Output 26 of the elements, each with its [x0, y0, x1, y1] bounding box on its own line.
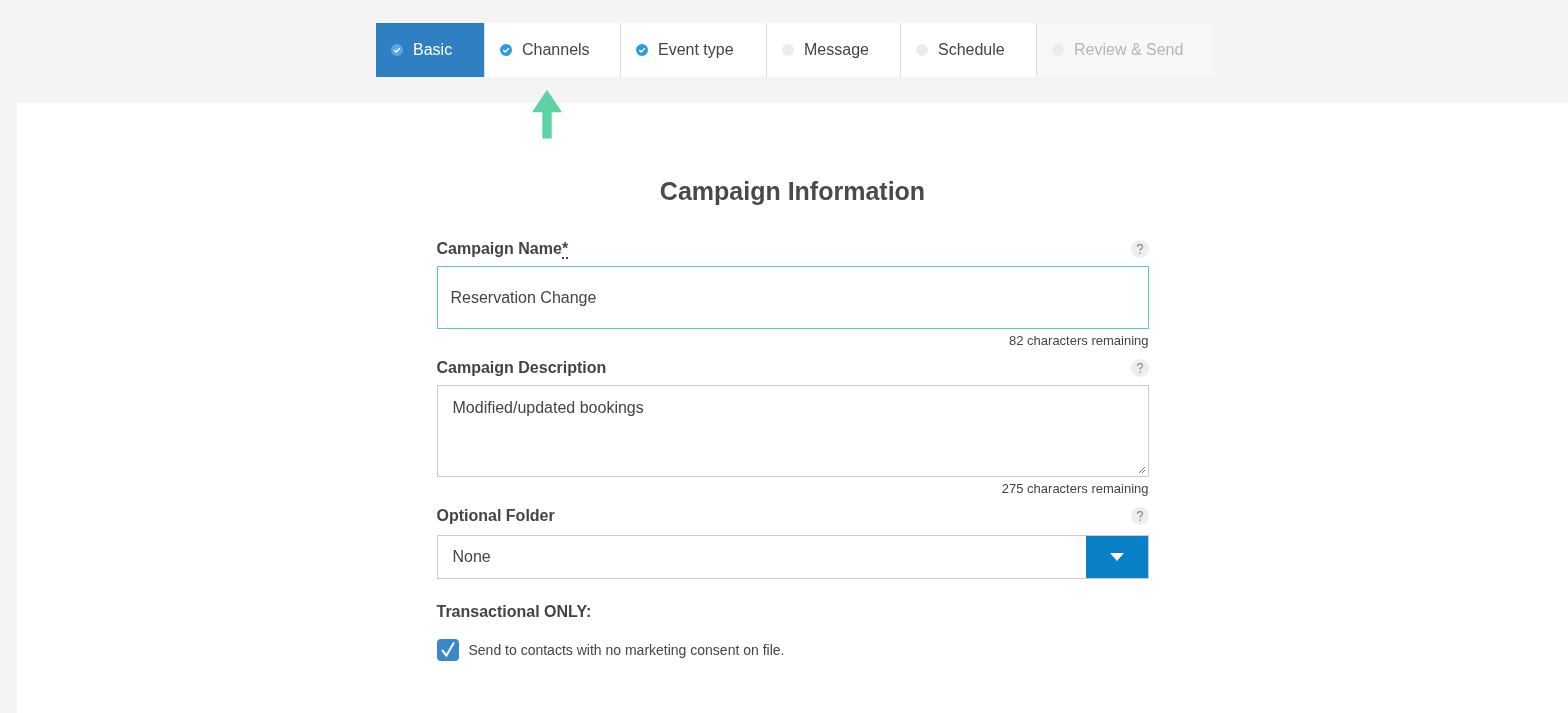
step-tab[interactable]: Message: [767, 23, 901, 77]
help-icon[interactable]: [1130, 240, 1149, 258]
caret-icon: [1109, 553, 1124, 561]
up-arrow-icon: [532, 88, 562, 140]
folder-dropdown[interactable]: None: [436, 535, 1149, 579]
page-heading: Campaign Information: [659, 177, 926, 206]
character-counter: 82 characters remaining: [1008, 333, 1149, 348]
step-tab[interactable]: Channels: [485, 23, 621, 77]
help-icon[interactable]: [1130, 507, 1149, 525]
step-tab[interactable]: Schedule: [901, 23, 1037, 77]
help-icon[interactable]: [1130, 359, 1149, 377]
checkbox[interactable]: [436, 639, 459, 661]
check-circle-icon: [636, 44, 648, 56]
description-field[interactable]: Modified/updated bookings: [436, 385, 1149, 477]
step-tab[interactable]: Event type: [621, 23, 767, 77]
field-label: Campaign Description: [436, 359, 607, 377]
character-counter: 275 characters remaining: [1000, 481, 1149, 496]
check-circle-icon: [391, 44, 403, 56]
campaign-name-field[interactable]: Reservation Change: [436, 266, 1149, 329]
field-label: Campaign Name*: [436, 240, 569, 258]
section-label: Transactional ONLY:: [436, 603, 593, 621]
checkbox-label[interactable]: Send to contacts with no marketing consent on file.: [468, 642, 785, 658]
check-circle-icon: [500, 44, 512, 56]
field-label: Optional Folder: [436, 507, 555, 525]
step-tab[interactable]: Basic: [376, 23, 485, 77]
resize-handle-icon[interactable]: [1137, 466, 1146, 474]
